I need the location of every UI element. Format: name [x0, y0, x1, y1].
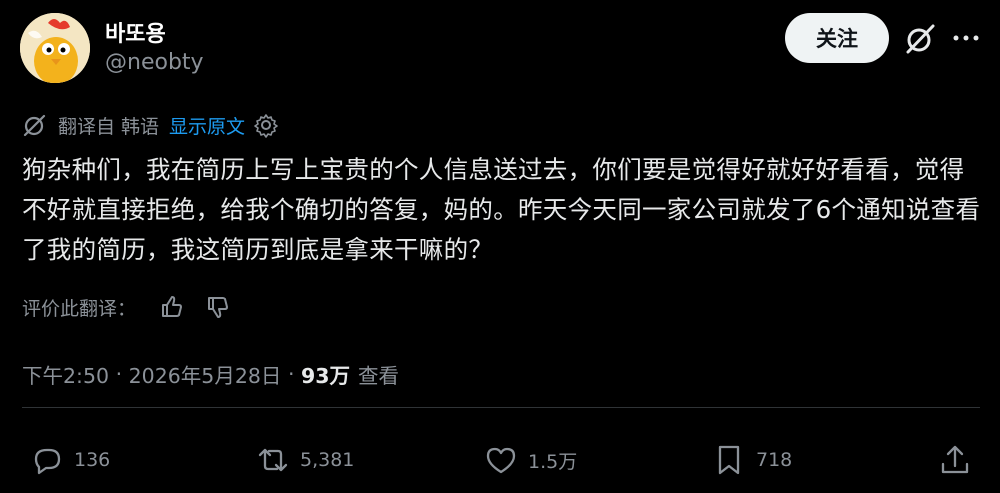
bookmark-button[interactable]: 718 [712, 440, 792, 480]
show-original-link[interactable]: 显示原文 [169, 112, 245, 139]
repost-count: 5,381 [300, 449, 355, 471]
reply-count: 136 [74, 449, 111, 471]
user-handle[interactable]: @neobty [105, 50, 204, 75]
thumbs-up-icon[interactable] [158, 293, 186, 321]
translated-from-label: 翻译自 韩语 [58, 115, 160, 138]
reply-icon [34, 448, 61, 475]
meta-separator: · [281, 362, 301, 386]
translate-icon [23, 114, 46, 137]
share-icon [941, 445, 969, 474]
meta-separator: · [109, 362, 129, 386]
avatar-image [20, 13, 90, 83]
like-count: 1.5万 [528, 450, 578, 473]
avatar[interactable] [20, 13, 90, 83]
settings-gear-icon[interactable] [253, 112, 279, 138]
translation-notice: 翻译自 韩语 显示原文 [22, 109, 279, 141]
grok-icon[interactable] [903, 22, 937, 56]
reply-button[interactable]: 136 [30, 440, 110, 480]
more-icon[interactable] [950, 26, 982, 50]
rate-translation: 评价此翻译： [22, 290, 232, 324]
share-button[interactable] [938, 440, 982, 480]
repost-icon [258, 448, 288, 472]
display-name[interactable]: 바또용 [105, 16, 166, 48]
post-date[interactable]: 2026年5月28日 [129, 359, 282, 389]
rate-translation-label: 评价此翻译： [22, 297, 137, 320]
bookmark-icon [718, 445, 740, 475]
follow-button[interactable]: 关注 [785, 13, 889, 63]
like-button[interactable]: 1.5万 [484, 440, 577, 480]
thumbs-down-icon[interactable] [204, 293, 232, 321]
views-count: 93万 [300, 364, 351, 388]
views-label: 查看 [358, 364, 400, 388]
bookmark-count: 718 [756, 449, 793, 471]
post-time[interactable]: 下午2:50 [22, 359, 109, 389]
divider [22, 407, 980, 408]
repost-button[interactable]: 5,381 [256, 440, 354, 480]
post-meta: 下午2:50 · 2026年5月28日 · 93万 查看 [22, 357, 399, 391]
post-text: 狗杂种们，我在简历上写上宝贵的个人信息送过去，你们要是觉得好就好好看看，觉得不好… [22, 155, 981, 264]
like-icon [486, 447, 516, 474]
